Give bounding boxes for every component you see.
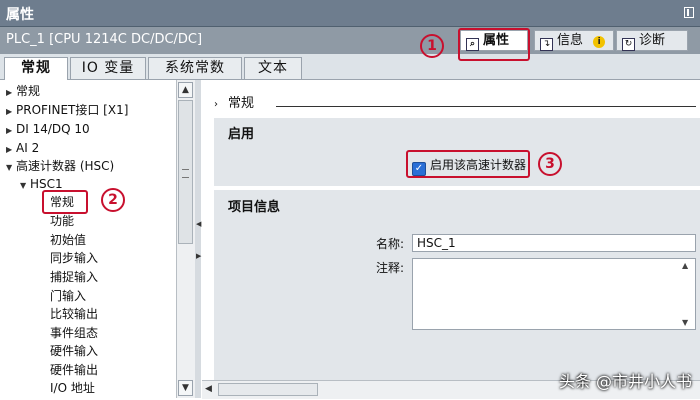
tree-item-compare-output[interactable]: 比较输出 xyxy=(50,305,98,323)
name-label: 名称: xyxy=(376,237,405,251)
hscroll-thumb[interactable] xyxy=(218,383,318,396)
tree-item-label: HSC1 xyxy=(30,177,63,191)
tree-item-hsc[interactable]: ▼ 高速计数器 (HSC) xyxy=(6,157,114,175)
grip-icon xyxy=(182,169,189,178)
expand-arrow-icon[interactable]: ▶ xyxy=(6,103,16,121)
enable-section-title: 启用 xyxy=(228,127,255,142)
tree-item-label: DI 14/DQ 10 xyxy=(16,122,90,136)
tree-item-gate-input[interactable]: 门输入 xyxy=(50,287,86,305)
collapse-right-icon[interactable]: ▶ xyxy=(196,252,201,260)
collapse-arrow-icon[interactable]: ▼ xyxy=(20,177,30,195)
tree-item-label: AI 2 xyxy=(16,141,40,155)
annotation-2: 2 xyxy=(101,188,125,212)
project-info-title: 项目信息 xyxy=(228,200,281,215)
tree-item-hw-inputs[interactable]: 硬件输入 xyxy=(50,342,98,360)
tree-item-io-addresses[interactable]: I/O 地址 xyxy=(50,379,95,397)
pin-icon[interactable] xyxy=(684,7,694,18)
tree-item-profinet[interactable]: ▶ PROFINET接口 [X1] xyxy=(6,101,128,119)
tab-texts[interactable]: 文本 xyxy=(244,57,302,79)
tree-item-label: 常规 xyxy=(16,84,41,98)
tree-item-function[interactable]: 功能 xyxy=(50,212,74,230)
annotation-box-properties xyxy=(458,28,530,61)
tree-item-di-dq[interactable]: ▶ DI 14/DQ 10 xyxy=(6,120,90,138)
expand-arrow-icon[interactable]: ▶ xyxy=(6,122,16,140)
breadcrumb-label: 常规 xyxy=(228,96,255,111)
comment-scroll-down-icon[interactable]: ▼ xyxy=(682,318,688,327)
collapse-left-icon[interactable]: ◀ xyxy=(196,220,201,228)
diagnostics-icon: ↻ xyxy=(622,38,635,51)
name-input[interactable]: HSC_1 xyxy=(412,234,696,252)
breadcrumb-arrow-icon: › xyxy=(214,99,218,110)
expand-arrow-icon[interactable]: ▶ xyxy=(6,84,16,102)
info-badge-icon: i xyxy=(593,36,606,48)
tab-diagnostics-label: 诊断 xyxy=(639,33,666,48)
tab-info-label: 信息 xyxy=(557,33,584,48)
tree-item-label: PROFINET接口 [X1] xyxy=(16,103,129,117)
annotation-3: 3 xyxy=(538,152,562,176)
comment-scroll-up-icon[interactable]: ▲ xyxy=(682,261,688,270)
panel-splitter[interactable]: ◀ ▶ xyxy=(195,80,201,398)
tree-item-hw-outputs[interactable]: 硬件输出 xyxy=(50,361,98,379)
tab-diagnostics[interactable]: ↻ 诊断 xyxy=(616,30,688,51)
collapse-arrow-icon[interactable]: ▼ xyxy=(6,159,16,177)
annotation-box-checkbox xyxy=(406,150,530,178)
tree-item-event-config[interactable]: 事件组态 xyxy=(50,324,98,342)
annotation-box-general xyxy=(42,190,88,214)
tree-item-sync-input[interactable]: 同步输入 xyxy=(50,249,98,267)
info-icon: ↴ xyxy=(540,38,553,51)
scroll-up-icon[interactable]: ▲ xyxy=(178,82,193,98)
scroll-thumb[interactable] xyxy=(178,100,193,244)
panel-titlebar: 属性 xyxy=(0,0,700,27)
scroll-left-icon[interactable]: ◀ xyxy=(205,384,212,394)
tree-item-general[interactable]: ▶ 常规 xyxy=(6,82,40,100)
secondary-tabs: 常规 IO 变量 系统常数 文本 xyxy=(0,54,700,80)
breadcrumb: › 常规 xyxy=(214,92,254,111)
tab-system-constants[interactable]: 系统常数 xyxy=(148,57,242,79)
tab-io-tags[interactable]: IO 变量 xyxy=(70,57,146,79)
comment-textarea[interactable] xyxy=(412,258,696,330)
annotation-1: 1 xyxy=(420,34,444,58)
tab-general[interactable]: 常规 xyxy=(4,57,68,80)
tree-scrollbar[interactable]: ▲ ▼ xyxy=(176,80,195,398)
watermark: 头条 @市井小人书 xyxy=(558,372,692,391)
tree-item-capture-input[interactable]: 捕捉输入 xyxy=(50,268,98,286)
navigation-tree: ▶ 常规 ▶ PROFINET接口 [X1] ▶ DI 14/DQ 10 ▶ AI 2 … xyxy=(0,80,176,400)
tree-item-ai[interactable]: ▶ AI 2 xyxy=(6,139,39,157)
breadcrumb-rule xyxy=(276,106,696,107)
device-name: PLC_1 [CPU 1214C DC/DC/DC] xyxy=(6,32,203,47)
comment-label: 注释: xyxy=(376,261,405,275)
device-bar: PLC_1 [CPU 1214C DC/DC/DC] ⌕ 属性 ↴ 信息 i ↻ 诊断 xyxy=(0,27,700,54)
tab-info[interactable]: ↴ 信息 i xyxy=(534,30,614,51)
tree-item-label: 高速计数器 (HSC) xyxy=(16,159,115,173)
scroll-down-icon[interactable]: ▼ xyxy=(178,380,193,396)
panel-title: 属性 xyxy=(6,7,34,23)
tree-item-initial-values[interactable]: 初始值 xyxy=(50,231,86,249)
